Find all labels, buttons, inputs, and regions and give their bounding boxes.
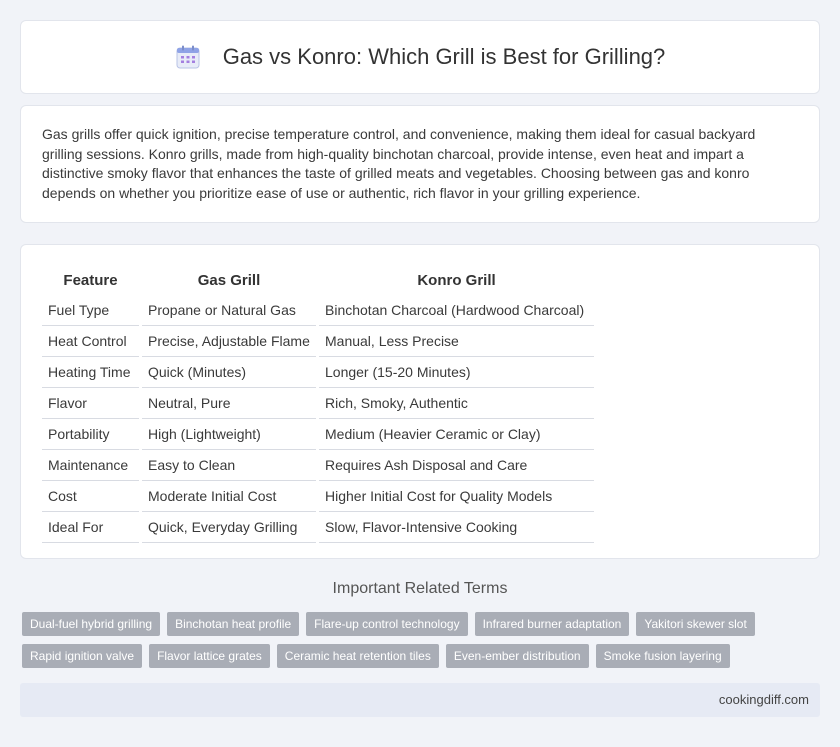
- related-term-tag[interactable]: Smoke fusion layering: [595, 644, 730, 668]
- table-row: Heating Time Quick (Minutes) Longer (15-20…: [42, 357, 594, 388]
- cell-konro-grill: Binchotan Charcoal (Hardwood Charcoal): [319, 295, 594, 326]
- tag-row: Dual-fuel hybrid grilling Binchotan heat …: [22, 612, 822, 636]
- related-term-tag[interactable]: Dual-fuel hybrid grilling: [22, 612, 161, 636]
- cell-feature: Fuel Type: [42, 295, 139, 326]
- comparison-table: Feature Gas Grill Konro Grill Fuel Type P…: [42, 265, 594, 543]
- cell-gas-grill: High (Lightweight): [142, 419, 316, 450]
- related-term-tag[interactable]: Flare-up control technology: [306, 612, 468, 636]
- page-title: Gas vs Konro: Which Grill is Best for Gr…: [222, 44, 666, 69]
- cell-konro-grill: Medium (Heavier Ceramic or Clay): [319, 419, 594, 450]
- calendar-icon: [175, 44, 201, 70]
- table-row: Cost Moderate Initial Cost Higher Initial …: [42, 481, 594, 512]
- cell-gas-grill: Neutral, Pure: [142, 388, 316, 419]
- table-row: Ideal For Quick, Everyday Grilling Slow, F…: [42, 512, 594, 543]
- cell-feature: Heating Time: [42, 357, 139, 388]
- related-term-tag[interactable]: Flavor lattice grates: [149, 644, 270, 668]
- cell-gas-grill: Propane or Natural Gas: [142, 295, 316, 326]
- related-term-tag[interactable]: Ceramic heat retention tiles: [276, 644, 439, 668]
- cell-feature: Maintenance: [42, 450, 139, 481]
- related-terms-title: Important Related Terms: [332, 580, 508, 597]
- table-row: Portability High (Lightweight) Medium (Hea…: [42, 419, 594, 450]
- header-feature: Feature: [63, 271, 118, 289]
- title-card: Gas vs Konro: Which Grill is Best for Gr…: [20, 20, 820, 94]
- related-term-tag[interactable]: Infrared burner adaptation: [474, 612, 630, 636]
- footer: cookingdiff.com: [20, 683, 820, 717]
- cell-konro-grill: Rich, Smoky, Authentic: [319, 388, 594, 419]
- table-row: Flavor Neutral, Pure Rich, Smoky, Authenti…: [42, 388, 594, 419]
- cell-feature: Flavor: [42, 388, 139, 419]
- cell-konro-grill: Slow, Flavor-Intensive Cooking: [319, 512, 594, 543]
- footer-site[interactable]: cookingdiff.com: [719, 692, 809, 707]
- cell-konro-grill: Manual, Less Precise: [319, 326, 594, 357]
- table-body: Fuel Type Propane or Natural Gas Binchotan…: [42, 295, 594, 543]
- cell-gas-grill: Quick (Minutes): [142, 357, 316, 388]
- cell-feature: Portability: [42, 419, 139, 450]
- cell-konro-grill: Higher Initial Cost for Quality Models: [319, 481, 594, 512]
- related-term-tag[interactable]: Even-ember distribution: [445, 644, 589, 668]
- comparison-card: Feature Gas Grill Konro Grill Fuel Type P…: [20, 244, 820, 559]
- related-term-tag[interactable]: Rapid ignition valve: [22, 644, 143, 668]
- cell-konro-grill: Requires Ash Disposal and Care: [319, 450, 594, 481]
- related-term-tag[interactable]: Binchotan heat profile: [167, 612, 300, 636]
- cell-gas-grill: Easy to Clean: [142, 450, 316, 481]
- table-header-row: Feature Gas Grill Konro Grill: [42, 265, 594, 295]
- cell-feature: Heat Control: [42, 326, 139, 357]
- tag-row: Rapid ignition valve Flavor lattice grate…: [22, 644, 822, 668]
- cell-gas-grill: Precise, Adjustable Flame: [142, 326, 316, 357]
- related-term-tag[interactable]: Yakitori skewer slot: [636, 612, 755, 636]
- related-terms: Dual-fuel hybrid grilling Binchotan heat …: [22, 612, 822, 676]
- title-wrap: Gas vs Konro: Which Grill is Best for Gr…: [175, 44, 666, 70]
- table-row: Maintenance Easy to Clean Requires Ash Dis…: [42, 450, 594, 481]
- header-konro-grill: Konro Grill: [417, 271, 496, 289]
- cell-gas-grill: Quick, Everyday Grilling: [142, 512, 316, 543]
- cell-feature: Cost: [42, 481, 139, 512]
- header-gas-grill: Gas Grill: [197, 271, 261, 289]
- cell-gas-grill: Moderate Initial Cost: [142, 481, 316, 512]
- cell-feature: Ideal For: [42, 512, 139, 543]
- intro-paragraph: Gas grills offer quick ignition, precise…: [42, 126, 756, 201]
- table-row: Heat Control Precise, Adjustable Flame Man…: [42, 326, 594, 357]
- table-row: Fuel Type Propane or Natural Gas Binchotan…: [42, 295, 594, 326]
- cell-konro-grill: Longer (15-20 Minutes): [319, 357, 594, 388]
- intro-card: Gas grills offer quick ignition, precise…: [20, 105, 820, 223]
